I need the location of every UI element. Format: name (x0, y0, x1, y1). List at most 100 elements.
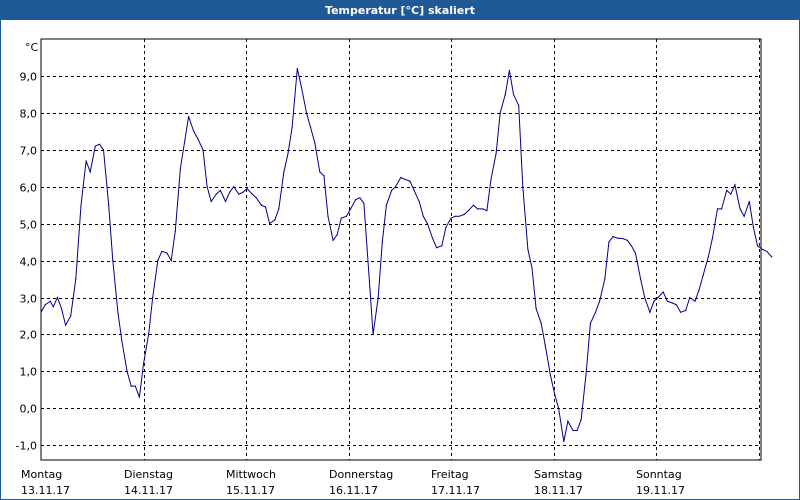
data-point (472, 204, 475, 206)
data-point (345, 215, 347, 217)
data-point (726, 189, 728, 191)
data-point (130, 385, 132, 387)
y-tick-label: 6,0 (20, 182, 38, 195)
data-point (264, 206, 267, 208)
data-point (694, 300, 696, 302)
x-tick-day-label: Sonntag (636, 468, 682, 481)
y-tick-label: 3,0 (20, 293, 38, 306)
data-point (363, 202, 365, 204)
data-point (621, 237, 623, 239)
data-point (580, 418, 582, 420)
data-point (233, 186, 235, 188)
data-point (134, 385, 136, 387)
data-point (702, 274, 704, 276)
data-point (766, 250, 768, 252)
data-point (553, 392, 556, 395)
data-point (762, 248, 764, 251)
data-point (409, 180, 411, 182)
data-point (734, 184, 736, 186)
data-point (44, 304, 46, 306)
data-point (594, 311, 597, 313)
data-point (323, 175, 325, 177)
data-point (283, 171, 285, 173)
data-point (585, 370, 587, 372)
data-point (426, 223, 428, 225)
data-point (126, 370, 128, 372)
data-point (287, 152, 289, 155)
data-point (350, 208, 352, 210)
y-tick-label: 9,0 (20, 71, 38, 84)
data-point (450, 217, 452, 219)
data-point (80, 204, 82, 206)
x-tick-day-label: Dienstag (124, 468, 173, 481)
data-point (332, 239, 334, 241)
x-tick-day-label: Samstag (534, 468, 582, 481)
data-point (336, 234, 338, 236)
data-point (170, 260, 172, 262)
data-point (255, 197, 257, 199)
data-point (274, 219, 276, 221)
data-point (368, 274, 370, 276)
data-point (157, 260, 159, 262)
data-point (626, 239, 628, 241)
data-point (657, 296, 659, 299)
x-tick-day-label: Freitag (431, 468, 469, 481)
data-point (314, 141, 316, 143)
data-point (653, 300, 655, 302)
data-point (756, 245, 759, 247)
temperature-data-points (40, 67, 773, 443)
data-point (649, 311, 651, 313)
temperature-chart: -1,0 0,0 1,0 2,0 3,0 4,0 5,0 6,0 7,0 8,0 9,0 °C Mo… (16, 38, 773, 497)
data-point (355, 199, 357, 201)
y-tick-label: 1,0 (20, 366, 38, 379)
data-point (680, 311, 682, 313)
data-point (269, 223, 271, 225)
data-point (188, 116, 190, 118)
data-point (572, 429, 574, 432)
data-point (98, 143, 100, 145)
data-point (504, 93, 506, 95)
data-point (640, 278, 642, 280)
x-tick-date-label: 13.11.17 (21, 484, 70, 497)
data-point (229, 191, 231, 193)
data-point (716, 208, 719, 210)
data-point (385, 204, 387, 206)
data-point (142, 363, 145, 365)
data-point (291, 127, 293, 129)
data-point (108, 204, 110, 206)
data-point (743, 215, 745, 217)
data-point (319, 171, 321, 173)
y-axis-ticks: -1,0 0,0 1,0 2,0 3,0 4,0 5,0 6,0 7,0 8,0 9,0 (16, 71, 37, 453)
plot-frame (40, 38, 762, 461)
x-tick-date-label: 14.11.17 (124, 484, 173, 497)
data-point (359, 197, 361, 199)
data-point (310, 127, 312, 129)
data-point (771, 256, 773, 258)
data-point (549, 374, 552, 376)
data-point (215, 193, 217, 195)
data-point (730, 193, 732, 195)
data-point (752, 226, 755, 228)
data-point (662, 291, 664, 293)
data-point (630, 245, 633, 247)
y-tick-label: 0,0 (20, 403, 38, 416)
data-point (174, 230, 176, 232)
data-point (60, 308, 63, 310)
data-point (748, 200, 750, 203)
y-axis-label: °C (25, 41, 39, 54)
data-point (296, 67, 298, 70)
data-point (112, 260, 114, 262)
data-point (490, 178, 492, 180)
data-point (675, 304, 678, 306)
data-point (70, 315, 72, 317)
data-point (482, 208, 484, 210)
data-point (210, 200, 212, 203)
data-point (224, 200, 227, 203)
x-axis-ticks: Montag 13.11.17 Dienstag 14.11.17 Mittwoch 15… (21, 468, 685, 497)
data-point (138, 396, 140, 398)
data-point (404, 178, 406, 180)
data-point (219, 189, 221, 191)
data-point (689, 296, 691, 299)
y-tick-label: 7,0 (20, 145, 38, 158)
data-point (327, 215, 329, 217)
